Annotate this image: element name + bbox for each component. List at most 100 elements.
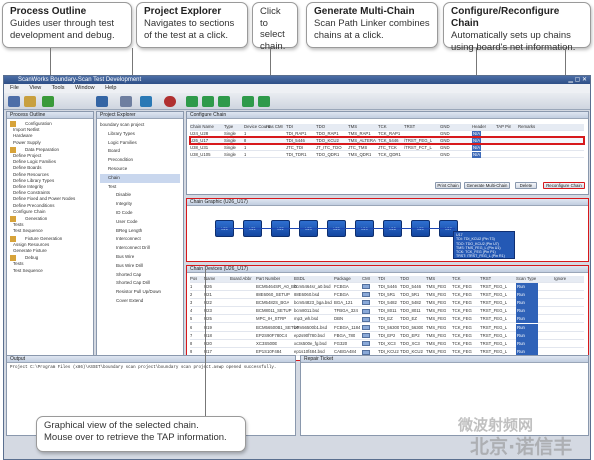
open-project-icon[interactable] (24, 96, 36, 107)
generate-multi-chain-button[interactable]: Generate Multi-Chain (464, 182, 510, 189)
device-cell: 88E6060_SETUP (256, 291, 290, 297)
app-window: ScanWorks Boundary-Scan Test Development… (3, 75, 591, 460)
chain-table-row[interactable]: U38_U105 Single 1 TDI_TDR1 TDO_QDR1 TMS_QDR1 T… (190, 151, 584, 158)
chain-cell: TDI_TDR1 (286, 151, 307, 157)
device-table-row[interactable]: 8 U20 XC3S500E xc3s500e_fg.bsd FG320 TDI_XC3 T… (190, 339, 584, 348)
explorer-tree-item[interactable]: ID Code (100, 209, 180, 218)
chain-graphic-panel: Chain Graphic (U26_U17) U26 U21 U22 U23 U25 U… (186, 198, 589, 262)
device-table-row[interactable]: 4 U23 BCM8011_SETUP bcm8011.bsd TFBGA_324 TDI… (190, 307, 584, 316)
menu-window[interactable]: Window (75, 85, 95, 91)
device-cell: TMS_FEG (426, 308, 447, 314)
project-explorer-header: Project Explorer (97, 112, 183, 119)
device-cell: Run (516, 298, 538, 307)
explorer-tree-item[interactable]: Cover Extend (100, 297, 180, 306)
explorer-tree-item[interactable]: Board (100, 147, 180, 156)
stop-icon[interactable] (164, 96, 176, 107)
chain-table: Chain Name Type Device Count Has CMI TDI TDO T… (190, 124, 584, 168)
menu-help[interactable]: Help (105, 85, 116, 91)
callout-line: Scan Path Linker combines (314, 18, 430, 29)
delete-button[interactable]: Delete (515, 182, 537, 189)
device-cell: TDI_XC3 (378, 340, 396, 346)
process-outline-item[interactable]: Generate Fixture (10, 248, 90, 254)
device-cell: TCK_FEG (452, 340, 472, 346)
save-icon[interactable] (96, 96, 108, 107)
explorer-tree-item[interactable]: Bus Wire (100, 253, 180, 262)
chain-cell: 1 (244, 151, 247, 157)
explorer-tree-item[interactable]: Interconnect (100, 235, 180, 244)
device-table-row[interactable]: 2 U21 88E6060_SETUP 88E6060.bsd FCBGA TDI_5R1… (190, 290, 584, 299)
debug-icon[interactable] (242, 96, 254, 107)
resume-icon[interactable] (258, 96, 270, 107)
process-outline-item[interactable]: Test Sequence (10, 268, 90, 274)
device-cell: TDI_5R1 (378, 291, 396, 297)
device-cell: TCK_FEG (452, 308, 472, 314)
chain-icon[interactable] (140, 96, 152, 107)
explorer-tree-item[interactable]: Shorted Cap (100, 271, 180, 280)
play-icon[interactable] (186, 96, 198, 107)
device-cell: 2 (190, 291, 193, 297)
device-cell: Run (516, 282, 538, 291)
explorer-tree-item[interactable]: Resource (100, 165, 180, 174)
device-cell: TDI_EP2 (378, 332, 396, 338)
explorer-tree-item[interactable]: BReg Length (100, 227, 180, 236)
process-outline-item[interactable]: Test Sequence (10, 228, 90, 234)
explorer-tree-item[interactable]: Test (100, 183, 180, 192)
device-table-row[interactable]: 7 U18 EP2S90F780C4 ep2s90f780.bsd FBGA_780 TD… (190, 331, 584, 340)
configure-chain-tab[interactable]: Configure Chain (187, 112, 588, 119)
device-cell: TDO_EZ (400, 316, 417, 322)
callout-generate-multi-chain: Generate Multi-Chain Scan Path Linker co… (306, 2, 438, 48)
menu-tools[interactable]: Tools (52, 85, 65, 91)
process-outline-item[interactable]: Power Supply (10, 140, 90, 146)
callout-line: Navigates to sections (144, 18, 235, 29)
device-cell: BCM5482S_BGA (256, 299, 290, 305)
device-cell: TRST_FEG_L (480, 340, 508, 346)
menu-view[interactable]: View (29, 85, 41, 91)
step-icon[interactable] (202, 96, 214, 107)
device-cell: TMS_FEG (426, 332, 447, 338)
chain-cell: N/A (472, 151, 482, 158)
device-cell: EP2S90F780C4 (256, 332, 288, 338)
device-cell: 7 (190, 332, 193, 338)
device-cell (362, 349, 370, 355)
callout-line: of the test at a click. (144, 29, 228, 41)
explorer-tree-item[interactable]: User Code (100, 218, 180, 227)
callout-line: Automatically sets up chains (451, 30, 571, 41)
device-cell: FCBGA (334, 283, 349, 289)
explorer-tree-item[interactable]: Chain (100, 173, 180, 183)
device-cell: xc3s500e_fg.bsd (294, 340, 327, 346)
configure-chain-panel: Configure Chain Chain Name Type Device Cou… (186, 111, 589, 195)
explorer-tree-item[interactable]: boundary scan project (100, 121, 180, 130)
explorer-tree-item[interactable]: Bus Wire Drill (100, 262, 180, 271)
menu-file[interactable]: File (10, 85, 19, 91)
device-cell: bcm5464sr_a0.bsd (294, 283, 331, 289)
print-chain-button[interactable]: Print Chain (435, 182, 461, 189)
reconfigure-chain-button[interactable]: Reconfigure Chain (543, 182, 585, 189)
explorer-tree-item[interactable]: Shorted Cap Drill (100, 279, 180, 288)
device-table-row[interactable]: 6 U19 BCM56500B1_SETUP bcm56500b1.bsd FCBGA_… (190, 323, 584, 332)
run-icon[interactable] (42, 96, 54, 107)
device-table-row[interactable]: 1 U26 BCM5464SR_A0_BG bcm5464sr_a0.bsd FCBGA… (190, 282, 584, 291)
explorer-tree-item[interactable]: Resistor Pull Up/Down (100, 288, 180, 297)
properties-icon[interactable] (120, 96, 132, 107)
explorer-tree-item[interactable]: Precondition (100, 156, 180, 165)
step-over-icon[interactable] (218, 96, 230, 107)
window-controls[interactable]: ▁ ▢ ✕ (568, 76, 587, 84)
device-table-row[interactable]: 3 U22 BCM5482S_BGA bcm54823_bga.bsd BGA_121 T… (190, 298, 584, 307)
chain-cell: TMS_QDR1 (348, 151, 372, 157)
chain-cell: U38_U31 (190, 144, 209, 150)
explorer-tree-item[interactable]: Integrity (100, 200, 180, 209)
process-outline-item[interactable]: Configure Chain (10, 209, 90, 215)
device-table-row[interactable]: 5 U25 MPC_IH_STRP mp3_wh.bsd DBN TDI_EZ TDO_EZ… (190, 315, 584, 324)
callout-title: Configure/Reconfigure Chain (451, 6, 560, 29)
chain-table-row[interactable]: U38_U31 Single 1 JTC_TDI JT_ITC_TDO JTC_TMS JT… (190, 144, 584, 151)
explorer-tree-item[interactable]: Disable (100, 191, 180, 200)
callout-line: Click to (260, 6, 281, 29)
new-project-icon[interactable] (8, 96, 20, 107)
explorer-tree-item[interactable]: Logic Families (100, 139, 180, 148)
explorer-tree-item[interactable]: Library Types (100, 130, 180, 139)
window-title: ScanWorks Boundary-Scan Test Development (18, 77, 142, 83)
device-cell: BCM5464SR_A0_BG (256, 283, 298, 289)
chain-cell: U38_U105 (190, 151, 211, 157)
explorer-tree-item[interactable]: Interconnect Drill (100, 244, 180, 253)
device-cell: 4 (190, 308, 193, 314)
